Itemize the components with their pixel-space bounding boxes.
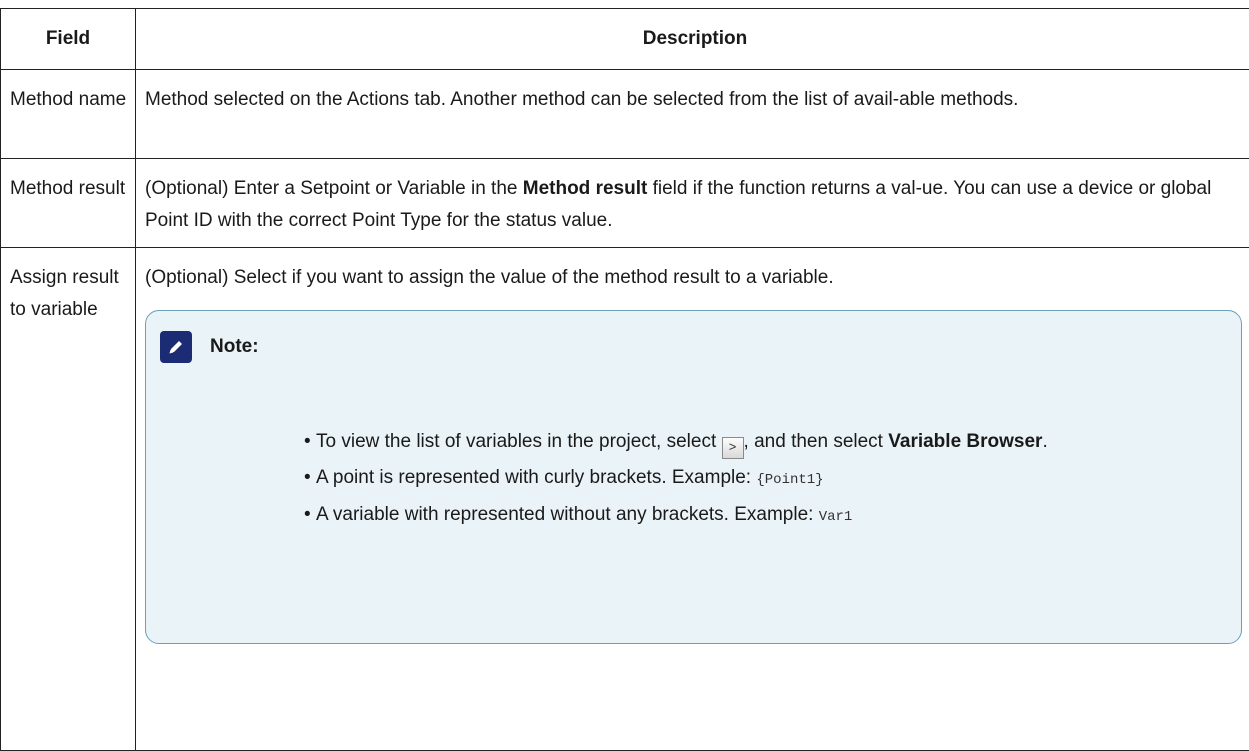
list-item-bold-text: Variable Browser xyxy=(888,431,1042,452)
header-description: Description xyxy=(136,9,1249,70)
list-item-text: A variable with represented without any … xyxy=(316,504,819,525)
description-text: (Optional) Select if you want to assign … xyxy=(145,262,1248,294)
field-description: Method selected on the Actions tab. Anot… xyxy=(136,70,1249,159)
table-header-row: Field Description xyxy=(1,9,1249,70)
list-item-text: To view the list of variables in the pro… xyxy=(316,431,722,452)
list-item: A point is represented with curly bracke… xyxy=(304,462,1244,496)
note-header: Note: xyxy=(160,331,259,363)
table-row: Method name Method selected on the Actio… xyxy=(1,70,1249,159)
description-text: (Optional) Enter a Setpoint or Variable … xyxy=(145,178,523,199)
note-title: Note: xyxy=(210,331,259,363)
list-item-text: . xyxy=(1042,431,1047,452)
list-item-text: A point is represented with curly bracke… xyxy=(316,467,756,488)
code-snippet: Var1 xyxy=(819,509,853,525)
note-list: To view the list of variables in the pro… xyxy=(304,426,1244,536)
expand-button-image: > xyxy=(722,437,744,459)
pencil-icon xyxy=(160,331,192,363)
field-name: Assign result to variable xyxy=(1,248,136,751)
table-row: Method result (Optional) Enter a Setpoin… xyxy=(1,159,1249,248)
table-row: Assign result to variable (Optional) Sel… xyxy=(1,248,1249,751)
list-item-text: , and then select xyxy=(744,431,889,452)
fields-table: Field Description Method name Method sel… xyxy=(0,8,1249,751)
list-item: To view the list of variables in the pro… xyxy=(304,426,1244,459)
field-name: Method result xyxy=(1,159,136,248)
description-bold-text: Method result xyxy=(523,178,648,199)
code-snippet: {Point1} xyxy=(756,472,823,488)
header-field: Field xyxy=(1,9,136,70)
field-description: (Optional) Enter a Setpoint or Variable … xyxy=(136,159,1249,248)
field-name: Method name xyxy=(1,70,136,159)
list-item: A variable with represented without any … xyxy=(304,499,1244,533)
field-description: (Optional) Select if you want to assign … xyxy=(136,248,1249,751)
note-callout: Note: To view the list of variables in t… xyxy=(145,310,1242,644)
